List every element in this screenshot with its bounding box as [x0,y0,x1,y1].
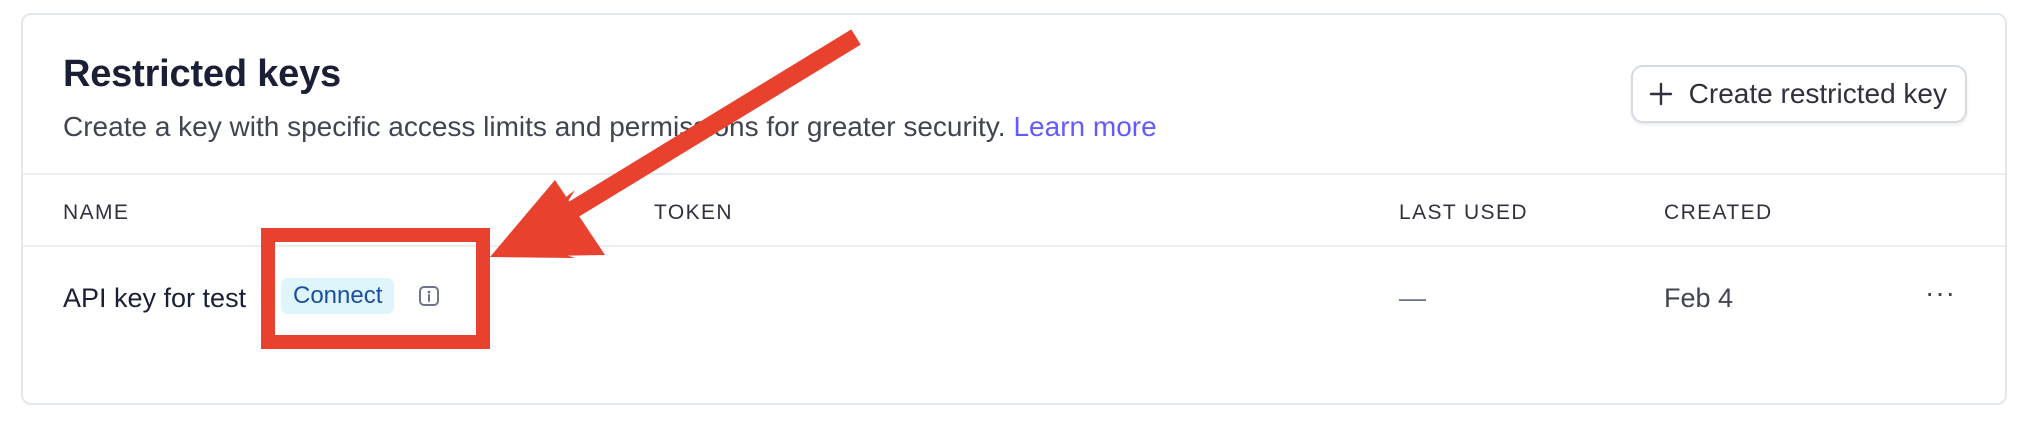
column-header-last-used: LAST USED [1399,201,1528,224]
learn-more-link[interactable]: Learn more [1013,111,1156,142]
create-restricted-key-button[interactable]: Create restricted key [1630,65,1967,123]
column-header-created: CREATED [1664,201,1773,224]
divider [23,173,2005,175]
column-header-token: TOKEN [654,201,733,224]
create-restricted-key-label: Create restricted key [1688,78,1947,109]
key-name[interactable]: API key for test [63,283,246,314]
more-actions-icon[interactable]: ··· [1925,277,1956,309]
subtitle-text: Create a key with specific access limits… [63,111,1006,142]
plus-icon [1649,82,1672,106]
column-header-name: NAME [63,201,130,224]
section-subtitle: Create a key with specific access limits… [63,111,1157,143]
section-title: Restricted keys [63,53,341,95]
annotation-highlight-box [261,228,490,349]
last-used-value: — [1399,283,1426,313]
created-value: Feb 4 [1664,283,1734,313]
